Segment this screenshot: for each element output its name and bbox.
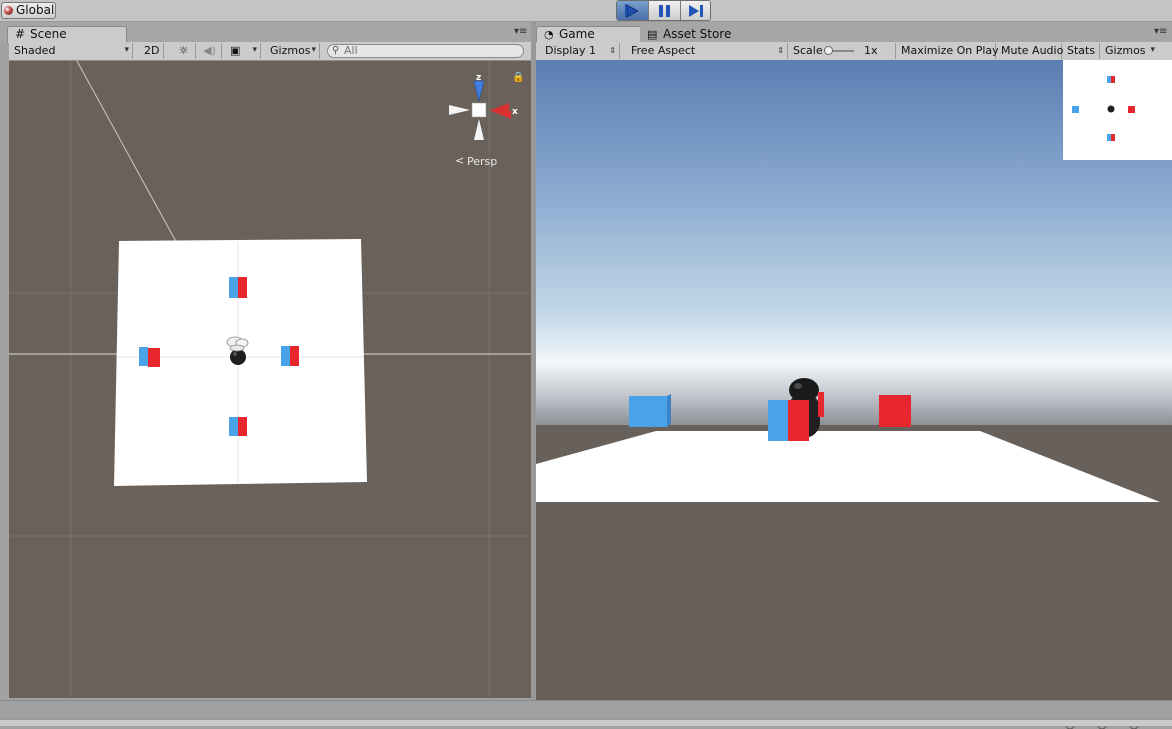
game-cube-right — [879, 395, 911, 427]
minimap — [1063, 60, 1172, 160]
orientation-gizmo[interactable]: z x — [449, 73, 518, 140]
maximize-on-play-label: Maximize On Play — [901, 44, 999, 57]
scene-canvas: z x 🔒 < Persp — [9, 61, 531, 698]
player-capsule[interactable] — [230, 349, 246, 365]
speaker-icon: ◀) — [203, 44, 216, 57]
aspect-dropdown[interactable]: Free Aspect — [626, 43, 788, 59]
game-cube-left — [629, 394, 671, 427]
shading-mode-dropdown[interactable]: Shaded — [9, 43, 133, 59]
persp-label[interactable]: Persp — [467, 155, 497, 168]
game-canvas — [536, 60, 1172, 700]
tab-asset-store-label: Asset Store — [663, 27, 732, 41]
audio-toggle[interactable]: ◀) — [198, 43, 222, 59]
scale-thumb[interactable] — [824, 46, 833, 55]
lock-icon[interactable]: 🔒 — [512, 71, 524, 83]
globe-icon — [4, 6, 13, 15]
mute-audio-toggle[interactable]: Mute Audio — [996, 43, 1064, 59]
game-tabbar: ◔ Game ▤ Asset Store ▾≡ — [536, 22, 1172, 43]
scene-viewport[interactable]: z x 🔒 < Persp — [9, 61, 531, 698]
scene-tabbar: # Scene ▾≡ — [0, 22, 533, 43]
2d-label: 2D — [144, 44, 160, 57]
lighting-toggle[interactable]: ☼ — [172, 43, 196, 59]
panel-menu-icon[interactable]: ▾≡ — [1154, 26, 1167, 37]
store-icon: ▤ — [647, 28, 658, 41]
scene-search-placeholder: All — [344, 44, 358, 57]
scene-gizmos-dropdown[interactable]: Gizmos — [265, 43, 320, 59]
cube-bottom[interactable] — [229, 417, 247, 436]
game-cube-front — [768, 400, 809, 441]
shading-mode-label: Shaded — [14, 44, 56, 57]
global-label: Global — [16, 3, 55, 17]
step-icon — [689, 5, 703, 17]
aspect-label: Free Aspect — [631, 44, 696, 57]
cube-left[interactable] — [139, 347, 160, 367]
persp-arrow-icon: < — [455, 154, 464, 167]
axis-x-label: x — [512, 107, 518, 117]
display-dropdown[interactable]: Display 1 — [540, 43, 620, 59]
game-controlbar: Display 1 Free Aspect Scale 1x Maximize … — [536, 42, 1172, 61]
stats-label: Stats — [1067, 44, 1096, 57]
image-icon: ▣ — [230, 44, 241, 57]
main-toolbar: Global — [0, 0, 1172, 22]
step-button[interactable] — [681, 1, 710, 20]
scene-controlbar: Shaded 2D ☼ ◀) ▣ Gizmos ⚲ All — [9, 42, 531, 61]
scale-slider[interactable]: Scale 1x — [788, 43, 896, 59]
maximize-on-play-toggle[interactable]: Maximize On Play — [896, 43, 999, 59]
scene-axis-line — [76, 61, 180, 248]
axis-z-label: z — [476, 73, 481, 83]
grid-icon: # — [15, 27, 26, 41]
play-icon — [625, 4, 639, 18]
cube-right[interactable] — [281, 346, 299, 366]
sun-icon: ☼ — [178, 44, 189, 57]
scene-gizmos-label: Gizmos — [270, 44, 311, 57]
game-gizmos-dropdown[interactable]: Gizmos — [1100, 43, 1158, 59]
tab-game-label: Game — [559, 27, 595, 41]
display-label: Display 1 — [545, 44, 597, 57]
tab-asset-store[interactable]: ▤ Asset Store — [640, 26, 760, 43]
status-bar — [0, 719, 1172, 726]
game-tab-icon: ◔ — [544, 28, 554, 41]
tab-scene[interactable]: # Scene — [7, 26, 127, 43]
cube-top[interactable] — [229, 277, 247, 298]
scene-search-input[interactable]: ⚲ All — [327, 44, 524, 58]
pivot-global-toggle[interactable]: Global — [1, 2, 56, 19]
panel-menu-icon[interactable]: ▾≡ — [514, 26, 527, 37]
play-button[interactable] — [617, 1, 649, 20]
game-cube-back — [818, 392, 824, 417]
tab-scene-label: Scene — [30, 27, 67, 41]
2d-toggle[interactable]: 2D — [139, 43, 164, 59]
tab-game[interactable]: ◔ Game — [536, 26, 656, 43]
effects-dropdown[interactable]: ▣ — [225, 43, 261, 59]
pause-icon — [659, 5, 670, 17]
stats-toggle[interactable]: Stats — [1062, 43, 1100, 59]
game-gizmos-label: Gizmos — [1105, 44, 1146, 57]
scale-label: Scale — [793, 44, 823, 57]
game-viewport[interactable] — [536, 60, 1172, 700]
mute-audio-label: Mute Audio — [1001, 44, 1064, 57]
pause-button[interactable] — [649, 1, 681, 20]
scale-value: 1x — [864, 44, 878, 57]
playback-controls — [616, 0, 711, 21]
search-icon: ⚲ — [332, 45, 340, 56]
